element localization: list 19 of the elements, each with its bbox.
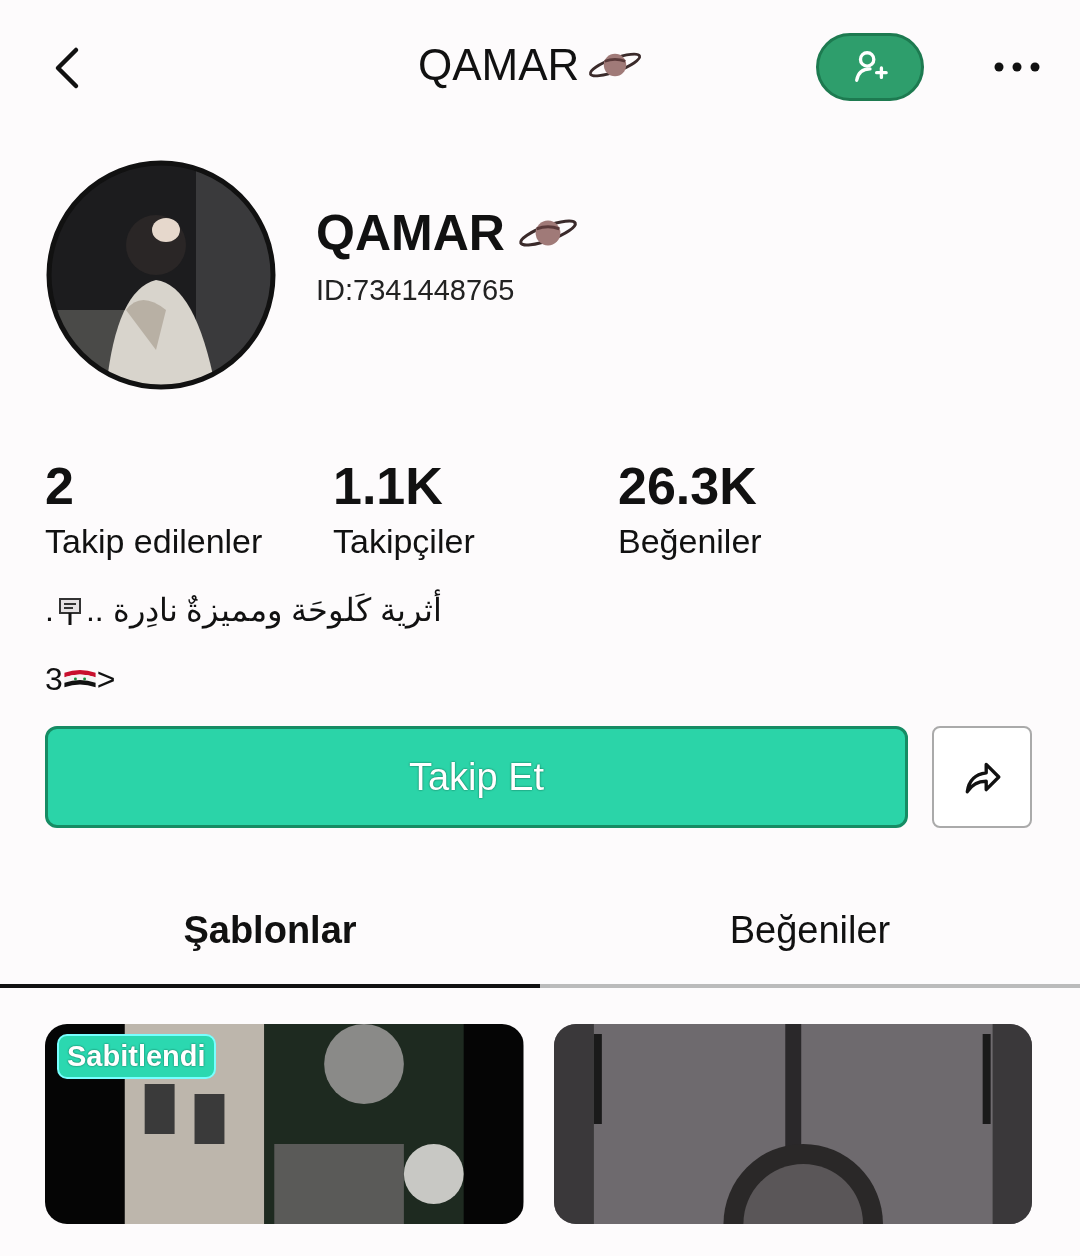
header-title: QAMAR — [418, 40, 580, 90]
user-id: ID:7341448765 — [316, 274, 516, 307]
profile-name: QAMAR — [316, 204, 505, 262]
stat-label[interactable]: Takip edilenler — [45, 522, 333, 561]
sign-icon — [57, 595, 82, 625]
pinned-badge: Sabitlendi — [57, 1034, 216, 1079]
stat-label[interactable]: Beğeniler — [618, 522, 762, 561]
tab[interactable]: Şablonlar — [0, 876, 540, 988]
stat-label[interactable]: Takipçiler — [333, 522, 618, 561]
bio-period: . — [45, 591, 54, 629]
bio-text: أثرية كَلوحَة ومميزةٌ نادِرة .. — [85, 591, 443, 629]
stat-value: 2 — [45, 456, 75, 516]
more-icon[interactable] — [994, 62, 1040, 72]
tab[interactable]: Beğeniler — [540, 876, 1080, 988]
share-button[interactable] — [932, 726, 1032, 828]
stat-value: 1.1K — [333, 456, 444, 516]
bio-number: 3 — [45, 661, 63, 698]
stat-value: 26.3K — [618, 456, 758, 516]
bio-symbol: > — [96, 661, 116, 698]
